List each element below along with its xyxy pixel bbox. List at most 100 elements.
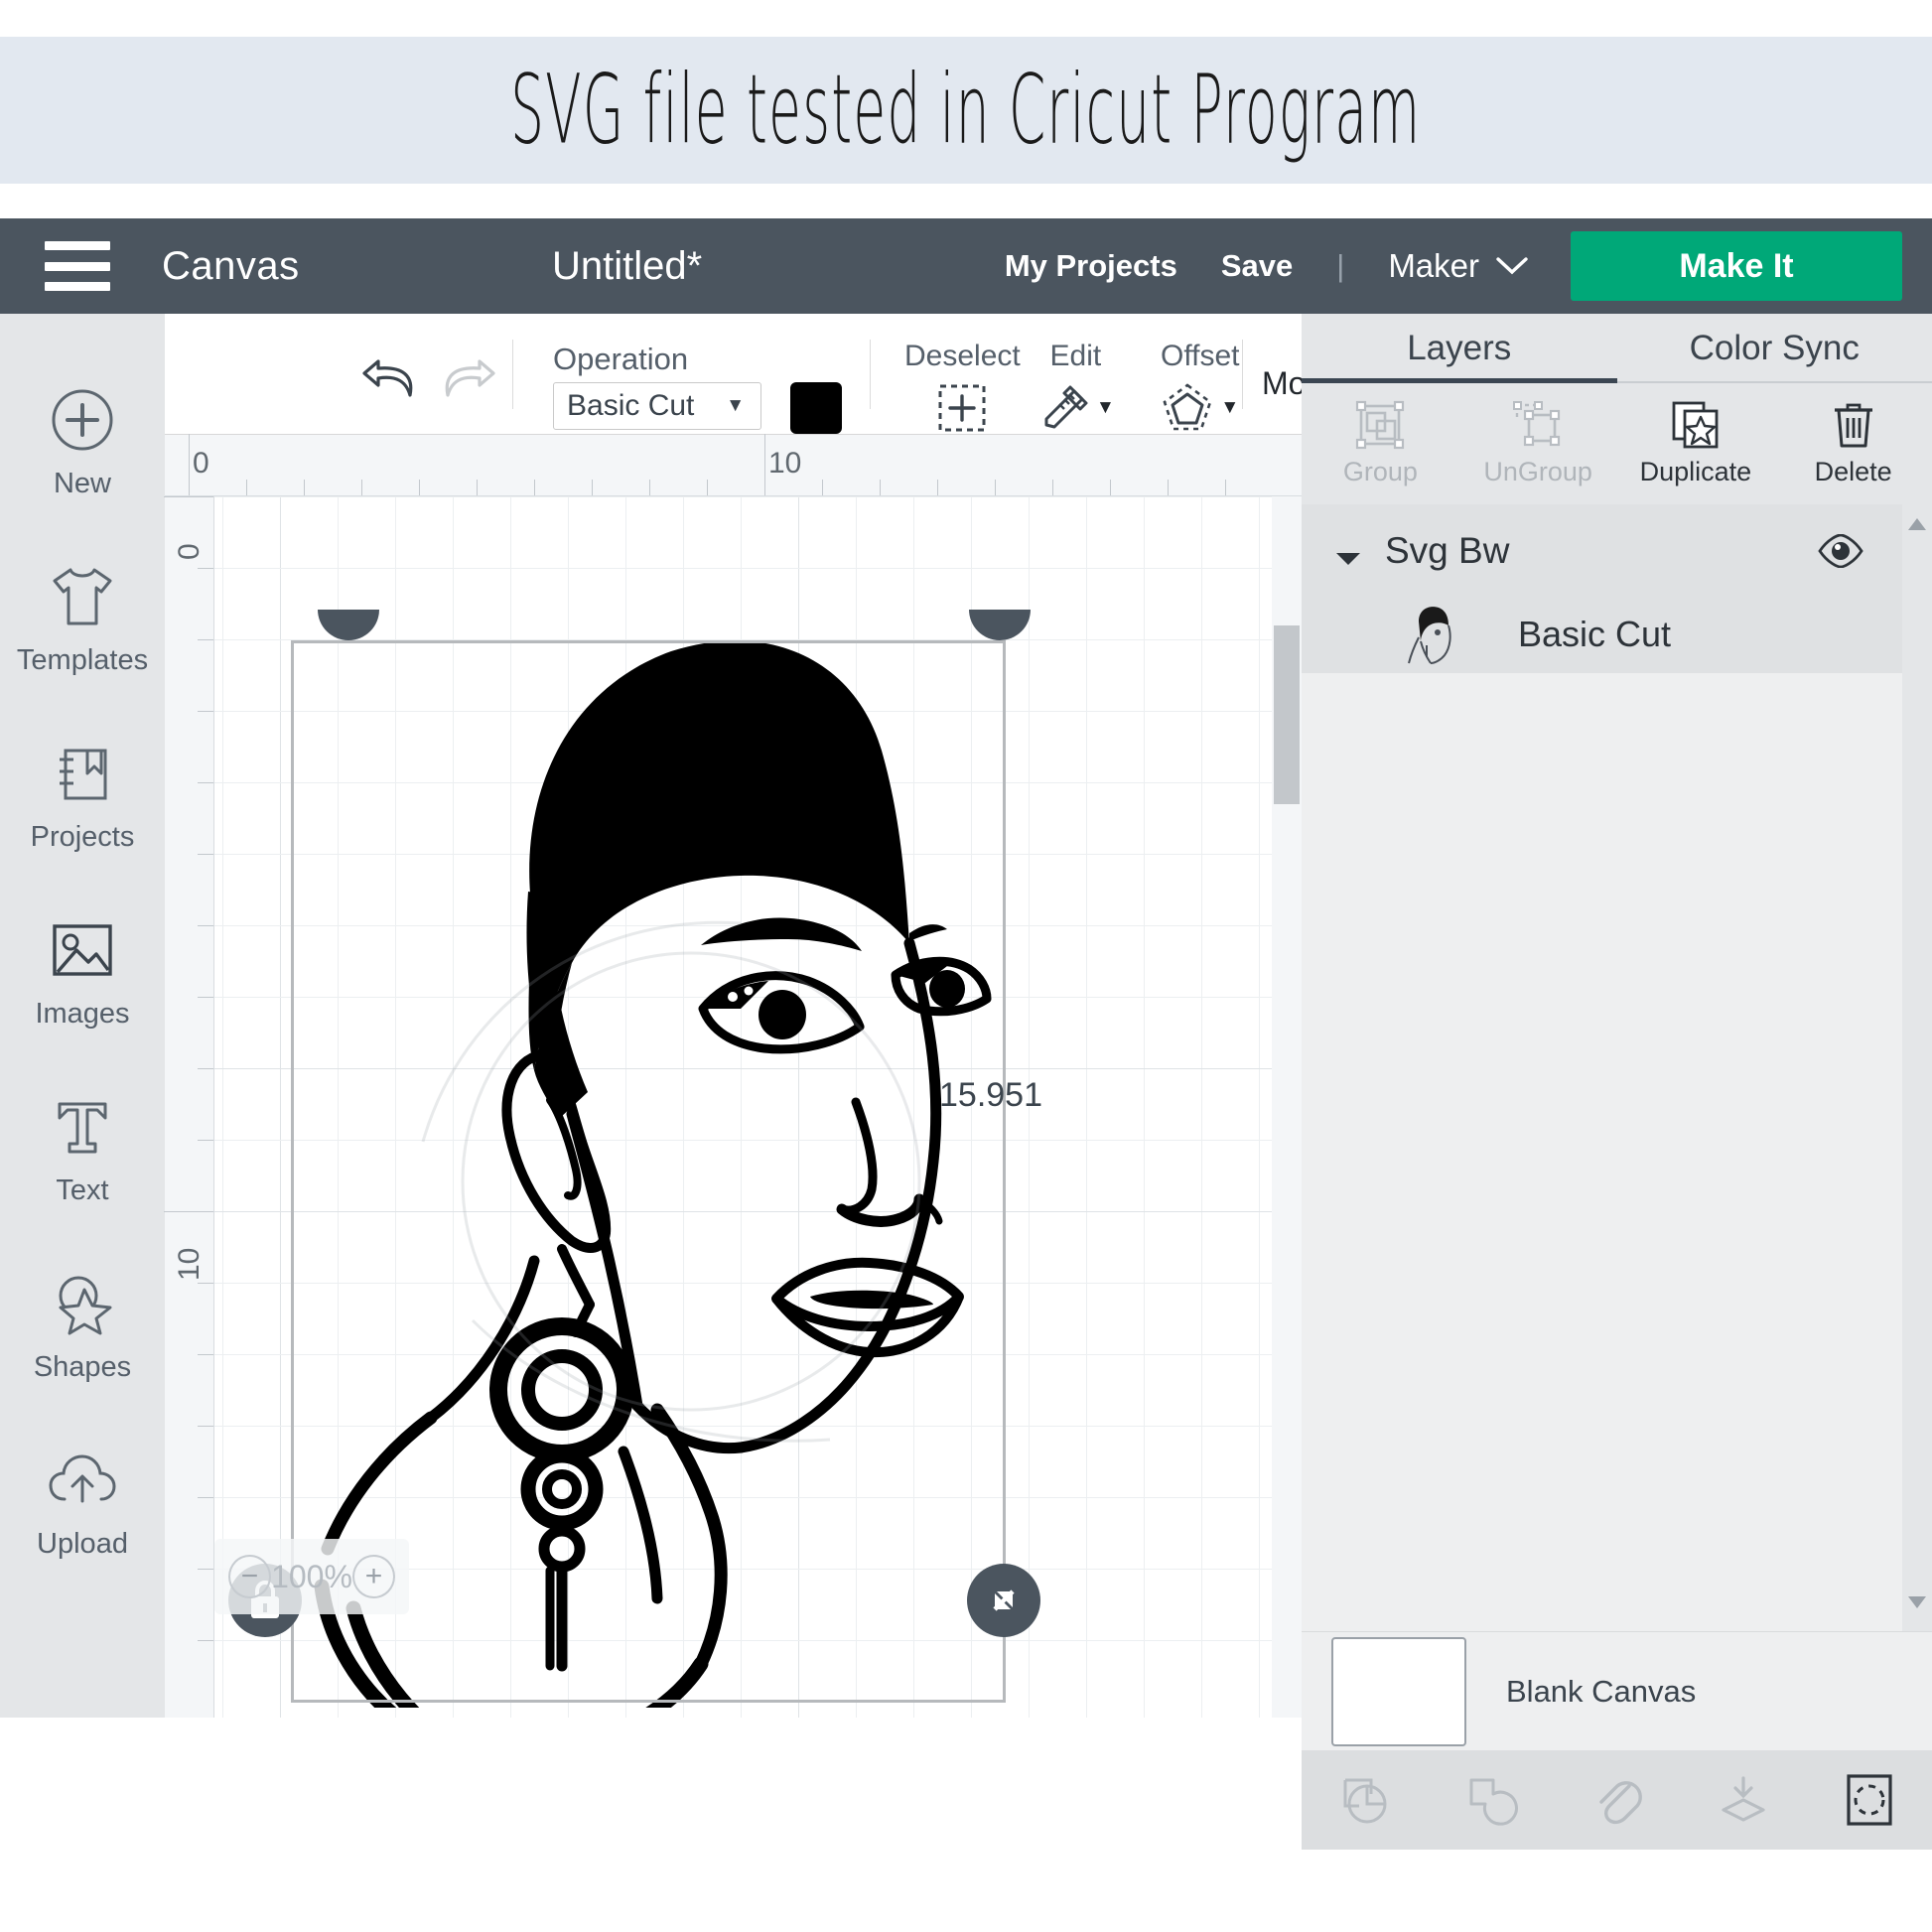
group-icon xyxy=(1353,399,1407,451)
cloud-upload-icon xyxy=(47,1445,118,1516)
deselect-button[interactable]: Deselect xyxy=(904,340,1021,435)
sidebar-item-projects[interactable]: Projects xyxy=(0,707,165,884)
sidebar-item-upload[interactable]: Upload xyxy=(0,1414,165,1590)
ungroup-button[interactable]: UnGroup xyxy=(1459,383,1617,502)
ruler-top-label-0: 0 xyxy=(193,447,209,481)
sidebar-item-images[interactable]: Images xyxy=(0,884,165,1060)
cricut-design-space-window: Canvas Untitled* My Projects Save | Make… xyxy=(0,218,1932,1718)
trash-icon xyxy=(1829,399,1878,451)
zoom-in-button[interactable]: + xyxy=(352,1555,395,1598)
duplicate-icon xyxy=(1669,399,1723,451)
scroll-down-arrow-icon[interactable] xyxy=(1908,1596,1926,1608)
promo-banner: SVG file tested in Cricut Program xyxy=(0,37,1932,184)
chevron-down-icon[interactable] xyxy=(1495,255,1529,277)
selection-size-label: 15.951 xyxy=(939,1076,1042,1115)
sidebar-item-new[interactable]: New xyxy=(0,353,165,530)
ruler-left-label-0: 0 xyxy=(173,543,207,560)
sidebar-item-shapes[interactable]: Shapes xyxy=(0,1237,165,1414)
canvas-label[interactable]: Canvas xyxy=(162,244,300,289)
blank-canvas-label: Blank Canvas xyxy=(1506,1674,1696,1710)
top-nav-right-group: My Projects Save | Maker Make It xyxy=(1005,218,1932,314)
sidebar-label-upload: Upload xyxy=(37,1528,128,1561)
sidebar-label-new: New xyxy=(54,468,111,500)
flatten-icon[interactable] xyxy=(1704,1760,1783,1840)
deselect-label: Deselect xyxy=(904,340,1021,373)
undo-arrow-icon[interactable] xyxy=(358,353,420,401)
offset-label: Offset xyxy=(1161,340,1239,373)
layer-list-scrollbar[interactable] xyxy=(1902,504,1932,1631)
promo-title: SVG file tested in Cricut Program xyxy=(510,55,1421,166)
layers-panel: Layers Color Sync Group xyxy=(1302,314,1932,1718)
operation-label: Operation xyxy=(553,342,688,377)
image-icon xyxy=(47,914,118,986)
eye-visible-icon[interactable] xyxy=(1817,534,1864,568)
sidebar-label-projects: Projects xyxy=(31,821,135,854)
sidebar-item-templates[interactable]: Templates xyxy=(0,530,165,707)
contour-icon[interactable] xyxy=(1830,1760,1909,1840)
tab-layers[interactable]: Layers xyxy=(1302,314,1617,383)
redo-arrow-icon xyxy=(438,353,499,401)
sidebar-label-shapes: Shapes xyxy=(34,1351,131,1384)
canvas-scrollbar-thumb[interactable] xyxy=(1274,625,1300,804)
zoom-out-button[interactable]: − xyxy=(228,1555,271,1598)
toolbar-divider-1 xyxy=(512,340,513,409)
edit-pencil-ruler-icon: ▼ xyxy=(1036,381,1115,435)
group-label: Group xyxy=(1343,457,1418,487)
plus-circle-icon xyxy=(47,384,118,456)
operation-select[interactable]: Basic Cut ▼ xyxy=(553,382,761,430)
sidebar-label-images: Images xyxy=(35,998,129,1031)
edit-button[interactable]: Edit ▼ xyxy=(1036,340,1115,435)
chevron-down-icon[interactable] xyxy=(1333,549,1363,569)
group-button[interactable]: Group xyxy=(1302,383,1459,502)
offset-button[interactable]: Offset ▼ xyxy=(1161,340,1239,435)
blank-canvas-swatch[interactable] xyxy=(1331,1637,1466,1746)
toolbar-divider-2 xyxy=(870,340,871,409)
layer-item-basic-cut[interactable]: Basic Cut xyxy=(1302,596,1902,673)
left-tool-rail: New Templates Projects xyxy=(0,314,165,1718)
duplicate-button[interactable]: Duplicate xyxy=(1617,383,1775,502)
project-title[interactable]: Untitled* xyxy=(552,244,702,289)
machine-selector-label[interactable]: Maker xyxy=(1388,247,1479,285)
toolbar-divider-3 xyxy=(1242,340,1243,409)
blank-canvas-row[interactable]: Blank Canvas xyxy=(1302,1631,1932,1750)
text-t-icon xyxy=(47,1091,118,1163)
selection-resize-handle[interactable] xyxy=(967,1564,1040,1637)
slice-icon[interactable] xyxy=(1325,1760,1405,1840)
make-it-button[interactable]: Make It xyxy=(1571,231,1902,301)
sidebar-label-templates: Templates xyxy=(17,644,148,677)
vertical-ruler: 0 10 xyxy=(165,496,214,1718)
layer-item-label: Basic Cut xyxy=(1518,614,1671,655)
chevron-down-icon[interactable]: ▼ xyxy=(1220,397,1239,419)
layer-action-bar: Group UnGroup xyxy=(1302,383,1932,502)
weld-icon[interactable] xyxy=(1451,1760,1531,1840)
scroll-up-arrow-icon[interactable] xyxy=(1908,518,1926,530)
sidebar-item-text[interactable]: Text xyxy=(0,1060,165,1237)
chevron-down-icon[interactable]: ▼ xyxy=(1096,397,1115,419)
layer-list: Svg Bw xyxy=(1302,504,1902,1631)
zoom-control[interactable]: − 100% + xyxy=(214,1539,409,1614)
my-projects-link[interactable]: My Projects xyxy=(1005,248,1177,284)
offset-pentagon-icon: ▼ xyxy=(1161,381,1239,435)
chevron-down-icon: ▼ xyxy=(726,395,745,417)
design-canvas[interactable]: 15.951 − 100% + xyxy=(214,496,1302,1718)
horizontal-ruler: 0 10 xyxy=(165,435,1302,496)
operation-color-swatch[interactable] xyxy=(790,382,842,434)
tab-color-sync[interactable]: Color Sync xyxy=(1617,314,1932,383)
edit-label: Edit xyxy=(1050,340,1102,373)
ruler-top-label-10: 10 xyxy=(768,447,801,481)
ruler-left-label-10: 10 xyxy=(173,1248,207,1281)
save-button[interactable]: Save xyxy=(1221,248,1293,284)
hamburger-menu-icon[interactable] xyxy=(45,241,110,291)
delete-button[interactable]: Delete xyxy=(1774,383,1932,502)
operation-value: Basic Cut xyxy=(567,389,694,423)
shape-tools-bar xyxy=(1302,1750,1932,1850)
ungroup-icon xyxy=(1511,399,1565,451)
woman-face-thumb-icon xyxy=(1401,602,1466,667)
attach-paperclip-icon[interactable] xyxy=(1578,1760,1657,1840)
star-shapes-icon xyxy=(47,1268,118,1339)
tshirt-icon xyxy=(47,561,118,632)
canvas-vertical-scrollbar[interactable] xyxy=(1272,496,1302,1718)
deselect-marquee-icon xyxy=(935,381,989,435)
edit-toolbar: Operation Basic Cut ▼ Deselect Edit xyxy=(165,314,1302,435)
layer-group-row[interactable]: Svg Bw xyxy=(1302,504,1902,673)
